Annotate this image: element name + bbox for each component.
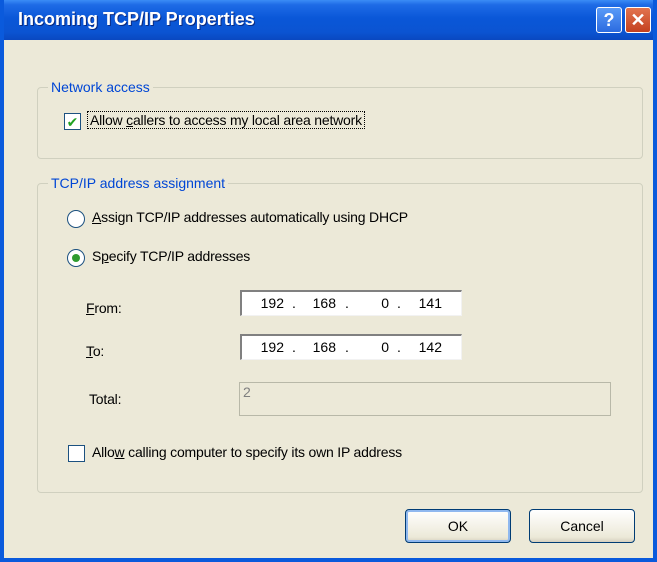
ok-button[interactable]: OK xyxy=(405,509,511,543)
from-label: From: xyxy=(86,300,122,316)
from-octet-4[interactable]: 141 xyxy=(406,295,442,311)
radio-specify-label[interactable]: Specify TCP/IP addresses xyxy=(92,248,250,264)
total-label: Total: xyxy=(89,391,122,407)
radio-specify[interactable] xyxy=(67,249,85,267)
checkmark-icon: ✔ xyxy=(66,113,79,130)
help-button[interactable]: ? xyxy=(596,7,622,33)
ip-dot: . xyxy=(292,295,296,311)
total-field: 2 xyxy=(239,382,611,416)
to-ip-field[interactable]: 192 . 168 . 0 . 142 xyxy=(240,334,462,360)
dialog-window: Incoming TCP/IP Properties ? ✕ Network a… xyxy=(0,0,657,562)
from-ip-field[interactable]: 192 . 168 . 0 . 141 xyxy=(240,290,462,316)
to-octet-3[interactable]: 0 xyxy=(353,339,389,355)
help-icon: ? xyxy=(603,9,615,30)
to-octet-1[interactable]: 192 xyxy=(248,339,284,355)
close-icon: ✕ xyxy=(630,9,646,30)
ip-dot: . xyxy=(345,339,349,355)
ip-dot: . xyxy=(397,295,401,311)
from-octet-1[interactable]: 192 xyxy=(248,295,284,311)
network-access-legend: Network access xyxy=(48,79,153,95)
from-octet-3[interactable]: 0 xyxy=(353,295,389,311)
to-octet-2[interactable]: 168 xyxy=(300,339,336,355)
ip-dot: . xyxy=(292,339,296,355)
ip-dot: . xyxy=(397,339,401,355)
allow-own-ip-checkbox[interactable] xyxy=(68,445,85,462)
from-octet-2[interactable]: 168 xyxy=(300,295,336,311)
allow-own-ip-label[interactable]: Allow calling computer to specify its ow… xyxy=(92,444,402,460)
close-button[interactable]: ✕ xyxy=(625,7,651,33)
radio-auto-dhcp-label[interactable]: Assign TCP/IP addresses automatically us… xyxy=(92,209,408,225)
tcpip-assignment-legend: TCP/IP address assignment xyxy=(48,175,229,191)
allow-lan-checkbox[interactable]: ✔ xyxy=(64,113,81,130)
cancel-button[interactable]: Cancel xyxy=(529,509,635,543)
ip-dot: . xyxy=(345,295,349,311)
allow-lan-label[interactable]: Allow callers to access my local area ne… xyxy=(87,111,365,129)
to-octet-4[interactable]: 142 xyxy=(406,339,442,355)
radio-selected-dot xyxy=(72,254,80,262)
window-title: Incoming TCP/IP Properties xyxy=(18,9,255,29)
to-label: To: xyxy=(86,343,105,359)
radio-auto-dhcp[interactable] xyxy=(67,210,85,228)
title-bar[interactable]: Incoming TCP/IP Properties ? ✕ xyxy=(4,0,653,40)
